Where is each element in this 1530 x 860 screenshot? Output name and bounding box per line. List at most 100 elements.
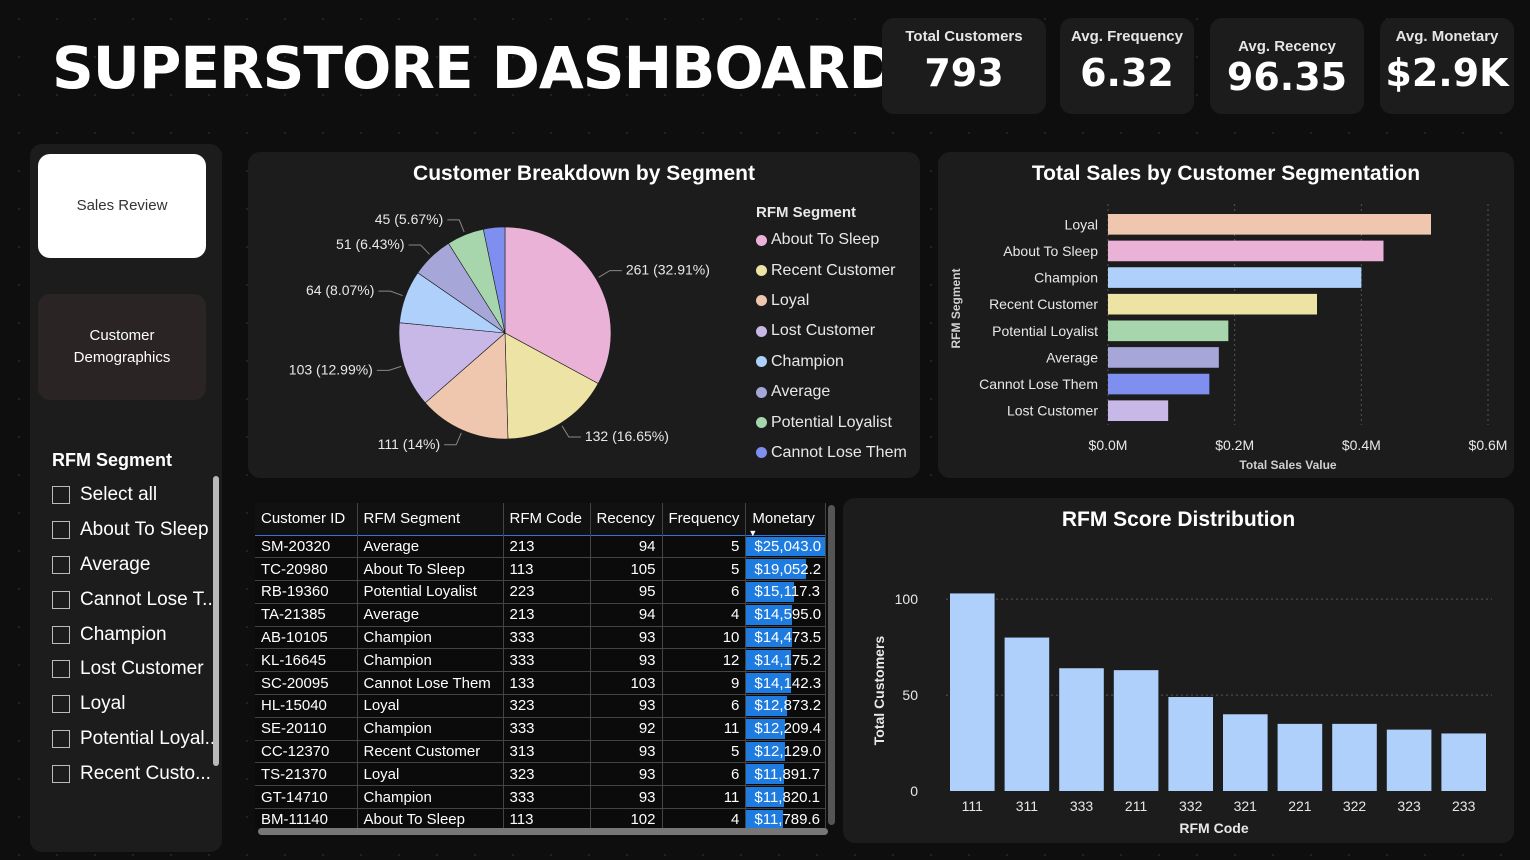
- cell-recency: 103: [590, 671, 663, 696]
- kpi-total-customers: Total Customers 793: [882, 18, 1046, 114]
- cell-monetary: $14,175.2: [745, 648, 827, 673]
- table-horizontal-scrollbar[interactable]: [258, 828, 828, 835]
- column-header-rfm-segment[interactable]: RFM Segment: [357, 503, 504, 535]
- customer-demographics-label: Customer Demographics: [73, 327, 171, 366]
- sidebar: Sales Review Customer Demographics RFM S…: [30, 144, 222, 852]
- cell-monetary: $14,473.5: [745, 626, 827, 650]
- bar-recent-customer: [1108, 293, 1317, 315]
- sales-review-button[interactable]: Sales Review: [38, 154, 206, 258]
- table-vertical-scrollbar[interactable]: [828, 505, 835, 825]
- slicer-item-label: Average: [80, 553, 151, 575]
- cell-recency: 94: [590, 534, 663, 559]
- slicer-scrollbar[interactable]: [213, 476, 219, 766]
- slicer-title: RFM Segment: [52, 450, 173, 470]
- table-row[interactable]: TS-21370 Loyal 323 93 6 $11,891.7: [255, 762, 827, 787]
- table-row[interactable]: SM-20320 Average 213 94 5 $25,043.0: [255, 534, 827, 559]
- slicer-item-cannot-lose-t[interactable]: Cannot Lose T...: [52, 582, 222, 617]
- y-category-label: Loyal: [1065, 216, 1098, 232]
- slicer-item-loyal[interactable]: Loyal: [52, 687, 222, 722]
- checkbox[interactable]: [52, 555, 70, 574]
- y-category-label: Lost Customer: [1007, 403, 1098, 419]
- kpi-label: Avg. Frequency: [1071, 28, 1183, 45]
- table-row[interactable]: SC-20095 Cannot Lose Them 133 103 9 $14,142.3: [255, 671, 827, 696]
- checkbox[interactable]: [52, 695, 70, 714]
- x-tick-label: $0.2M: [1215, 437, 1254, 453]
- legend-item-cannot-lose-them[interactable]: Cannot Lose Them: [756, 438, 907, 468]
- cell-customer-id: AB-10105: [255, 626, 358, 650]
- cell-frequency: 5: [662, 557, 747, 582]
- customer-demographics-button[interactable]: Customer Demographics: [38, 294, 206, 400]
- slicer-item-about-to-sleep[interactable]: About To Sleep: [52, 513, 222, 548]
- table-row[interactable]: TA-21385 Average 213 94 4 $14,595.0: [255, 603, 827, 627]
- legend-item-average[interactable]: Average: [756, 377, 907, 407]
- checkbox[interactable]: [52, 625, 70, 644]
- cell-monetary: $12,129.0: [745, 740, 827, 764]
- table-row[interactable]: CC-12370 Recent Customer 313 93 5 $12,129.0: [255, 740, 827, 764]
- table-row[interactable]: HL-15040 Loyal 323 93 6 $12,873.2: [255, 694, 827, 718]
- pie-leader-line: [447, 219, 465, 233]
- column-header-frequency[interactable]: Frequency: [662, 503, 747, 535]
- pie-panel: Customer Breakdown by Segment 261 (32.91…: [248, 152, 920, 478]
- slicer-item-label: Potential Loyal...: [80, 727, 221, 749]
- pie-data-label: 64 (8.07%): [306, 282, 374, 298]
- checkbox[interactable]: [52, 729, 70, 748]
- column-header-recency[interactable]: Recency: [590, 503, 663, 535]
- y-axis-title: RFM Segment: [949, 268, 963, 348]
- table-row[interactable]: RB-19360 Potential Loyalist 223 95 6 $15,117.…: [255, 580, 827, 604]
- table-row[interactable]: TC-20980 About To Sleep 113 105 5 $19,052.2: [255, 557, 827, 582]
- slicer-item-recent-custo[interactable]: Recent Custo...: [52, 756, 222, 791]
- x-axis-title: RFM Code: [1179, 820, 1248, 836]
- cell-recency: 92: [590, 717, 663, 741]
- x-tick-label: $0.4M: [1342, 437, 1381, 453]
- monetary-value: $19,052.2: [754, 560, 822, 578]
- slicer-item-select-all[interactable]: Select all: [52, 478, 222, 513]
- legend-swatch: [756, 386, 767, 398]
- slicer-item-average[interactable]: Average: [52, 548, 222, 583]
- table-row[interactable]: AB-10105 Champion 333 93 10 $14,473.5: [255, 626, 827, 650]
- column-header-customer-id[interactable]: Customer ID: [255, 503, 358, 535]
- cell-monetary: $25,043.0: [745, 534, 827, 559]
- bar-rfm-221: [1277, 723, 1323, 791]
- legend-item-champion[interactable]: Champion: [756, 347, 907, 377]
- cell-customer-id: GT-14710: [255, 785, 358, 810]
- monetary-value: $11,820.1: [754, 788, 820, 806]
- legend-item-about-to-sleep[interactable]: About To Sleep: [756, 225, 907, 255]
- legend-item-recent-customer[interactable]: Recent Customer: [756, 255, 907, 285]
- y-tick-label: 100: [895, 591, 919, 607]
- checkbox[interactable]: [52, 764, 70, 783]
- slicer-item-label: Select all: [80, 484, 158, 506]
- slicer-item-potential-loyal[interactable]: Potential Loyal...: [52, 722, 222, 757]
- cell-rfm-code: 313: [503, 740, 591, 764]
- slicer-item-label: Champion: [80, 623, 167, 645]
- slicer-item-champion[interactable]: Champion: [52, 617, 222, 652]
- table-row[interactable]: KL-16645 Champion 333 93 12 $14,175.2: [255, 648, 827, 673]
- bar-cannot-lose-them: [1108, 373, 1210, 395]
- checkbox[interactable]: [52, 660, 70, 679]
- x-tick-label: 221: [1288, 798, 1312, 814]
- x-tick-label: 233: [1452, 798, 1476, 814]
- column-header-rfm-code[interactable]: RFM Code: [503, 503, 591, 535]
- cell-rfm-code: 213: [503, 603, 591, 627]
- x-tick-label: $0.0M: [1089, 437, 1128, 453]
- legend-label: Champion: [771, 352, 844, 370]
- pie-data-label: 132 (16.65%): [585, 428, 669, 444]
- kpi-value: 96.35: [1226, 55, 1348, 99]
- table-row[interactable]: BM-11140 About To Sleep 113 102 4 $11,789.6: [255, 808, 827, 828]
- legend-item-potential-loyalist[interactable]: Potential Loyalist: [756, 407, 907, 437]
- slicer-item-lost-customer[interactable]: Lost Customer: [52, 652, 222, 687]
- checkbox[interactable]: [52, 590, 70, 609]
- table-row[interactable]: SE-20110 Champion 333 92 11 $12,209.4: [255, 717, 827, 741]
- cell-recency: 93: [590, 740, 663, 764]
- cell-rfm-code: 223: [503, 580, 591, 604]
- cell-customer-id: TS-21370: [255, 762, 358, 787]
- cell-frequency: 6: [662, 580, 747, 604]
- cell-rfm-code: 333: [503, 648, 591, 673]
- checkbox[interactable]: [52, 521, 70, 540]
- checkbox[interactable]: [52, 486, 70, 505]
- table-row[interactable]: GT-14710 Champion 333 93 11 $11,820.1: [255, 785, 827, 810]
- bar-about-to-sleep: [1108, 240, 1384, 262]
- legend-item-lost-customer[interactable]: Lost Customer: [756, 316, 907, 346]
- legend-item-loyal[interactable]: Loyal: [756, 286, 907, 316]
- column-header-monetary[interactable]: Monetary ▼: [745, 503, 827, 538]
- cell-rfm-code: 323: [503, 762, 591, 787]
